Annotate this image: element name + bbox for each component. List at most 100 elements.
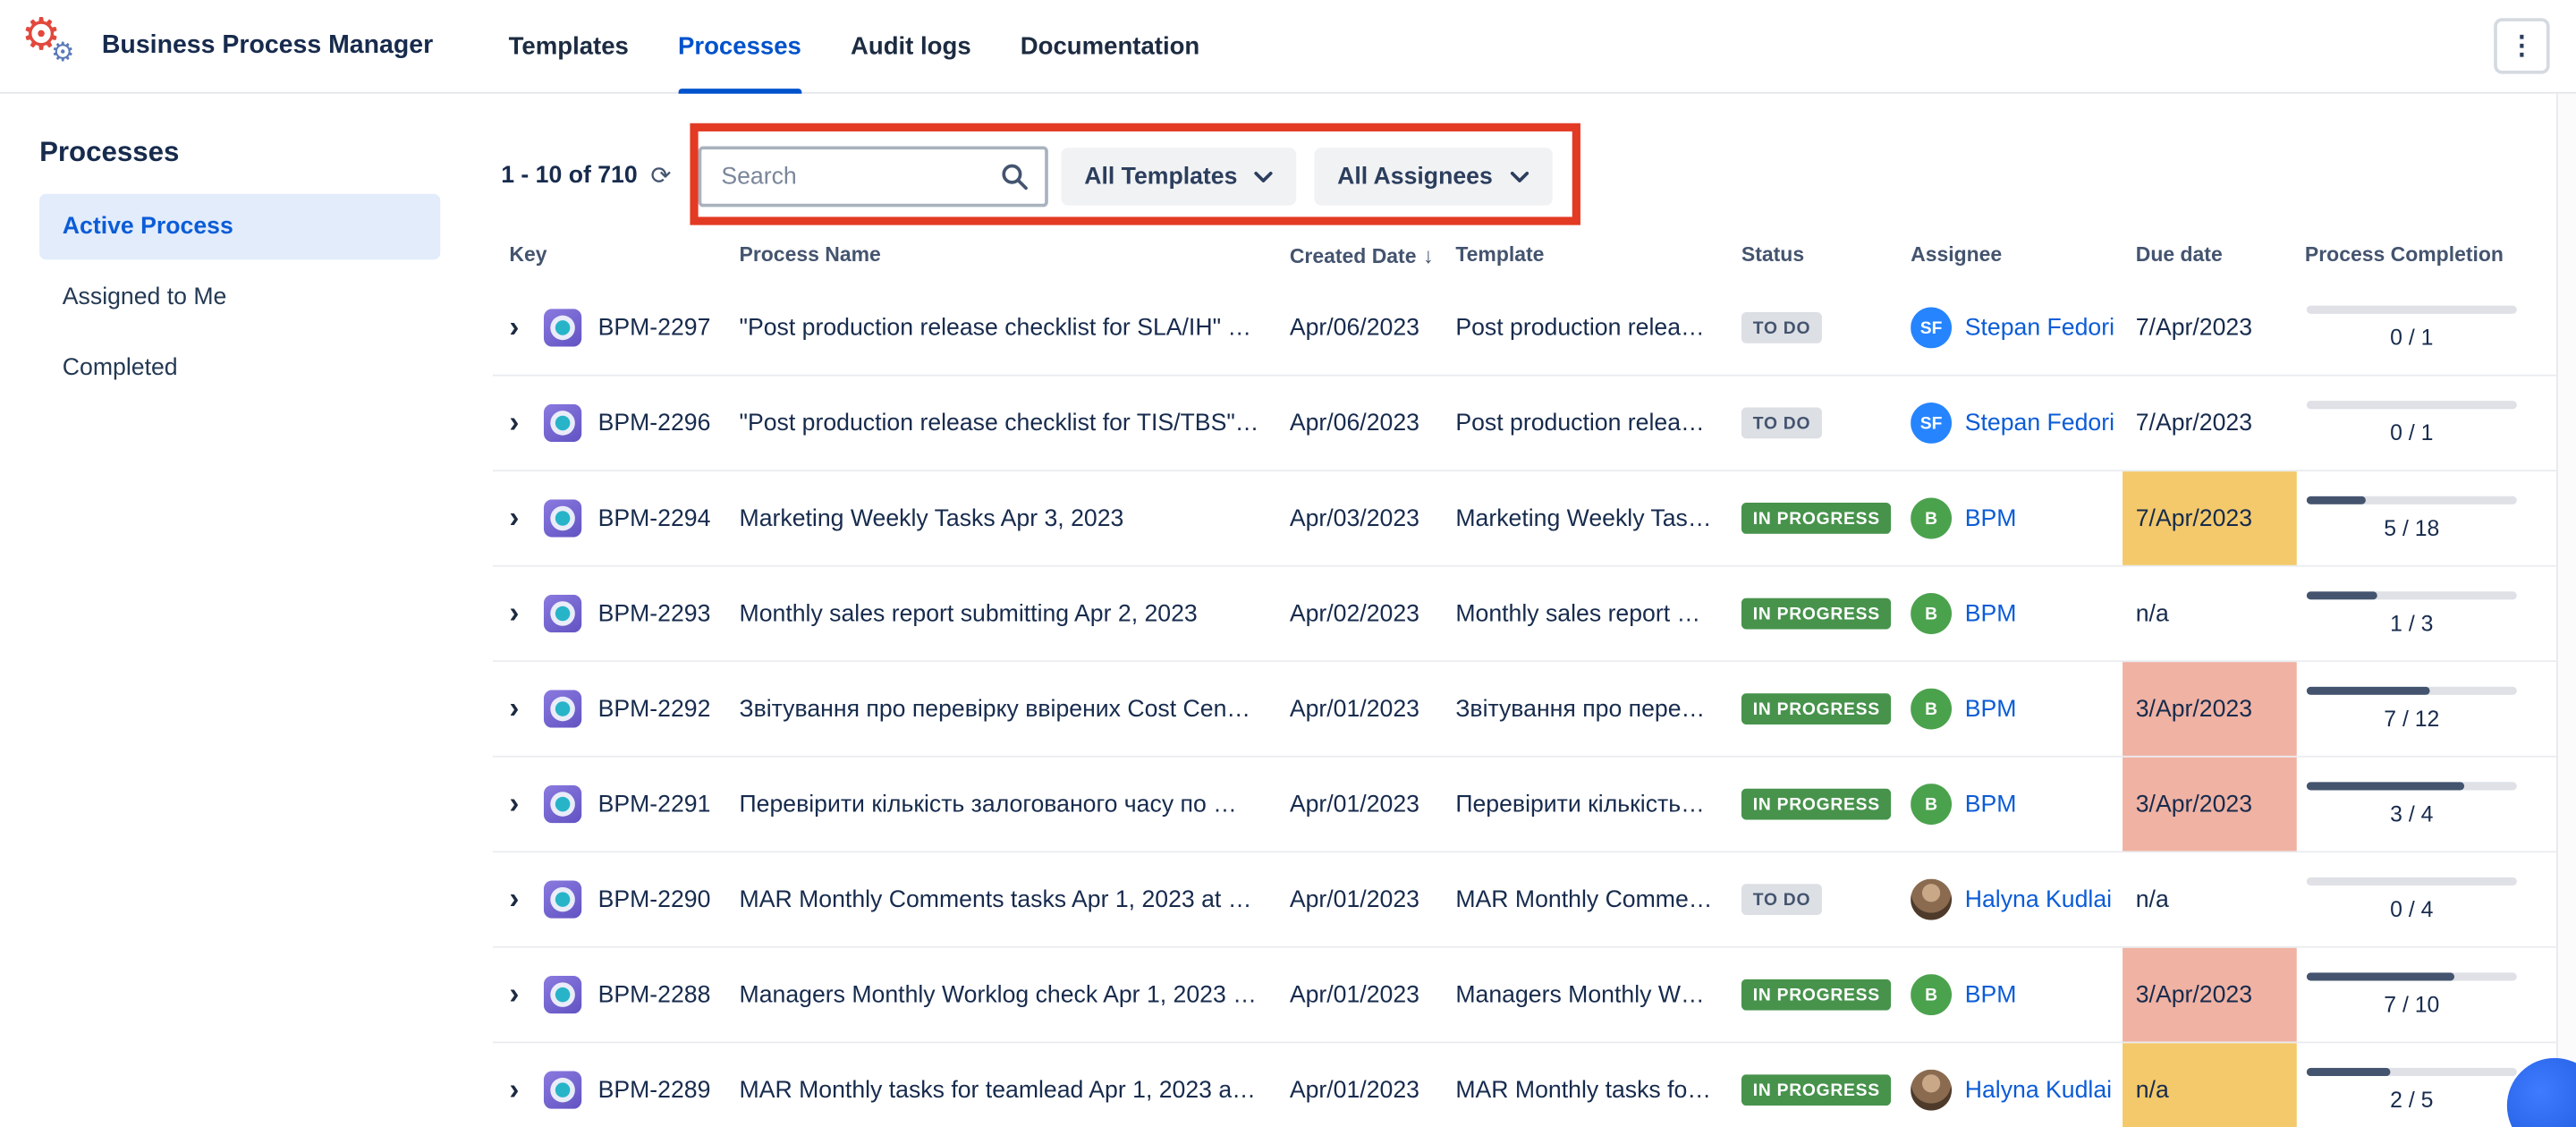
created-date-value: Apr/01/2023 xyxy=(1290,791,1456,817)
sidebar-item[interactable]: Assigned to Me xyxy=(39,265,440,330)
expand-chevron-icon[interactable]: › xyxy=(509,1072,535,1107)
column-header-process-name[interactable]: Process Name xyxy=(740,243,1290,267)
column-header-process-completion[interactable]: Process Completion xyxy=(2297,243,2556,267)
assignee-cell: B BPM xyxy=(1911,689,2123,730)
created-date-value: Apr/01/2023 xyxy=(1290,981,1456,1007)
table-row[interactable]: › BPM-2297 "Post production release chec… xyxy=(493,281,2556,377)
process-name[interactable]: MAR Monthly tasks for teamlead Apr 1, 20… xyxy=(740,1077,1290,1103)
expand-chevron-icon[interactable]: › xyxy=(509,978,535,1013)
column-header-created-date[interactable]: Created Date↓ xyxy=(1290,242,1456,267)
expand-chevron-icon[interactable]: › xyxy=(509,310,535,345)
status-badge: IN PROGRESS xyxy=(1741,1074,1892,1106)
process-name[interactable]: Marketing Weekly Tasks Apr 3, 2023 xyxy=(740,505,1290,531)
assignee-link[interactable]: Stepan Fedori xyxy=(1965,410,2114,436)
progress-widget: 2 / 5 xyxy=(2307,1068,2517,1113)
progress-bar xyxy=(2307,972,2517,980)
column-header-assignee[interactable]: Assignee xyxy=(1911,243,2123,267)
process-type-icon xyxy=(544,785,581,823)
process-key[interactable]: BPM-2297 xyxy=(598,315,711,341)
nav-item[interactable]: Audit logs xyxy=(851,0,971,93)
column-header-template[interactable]: Template xyxy=(1455,243,1738,267)
process-name[interactable]: "Post production release checklist for T… xyxy=(740,410,1290,436)
main-content: 1 - 10 of 710 ⟳ All Templates All Assign… xyxy=(493,94,2576,1127)
template-name: MAR Monthly tasks fo… xyxy=(1455,1077,1738,1103)
app-logo: ⚙ ⚙ xyxy=(20,10,89,82)
process-name[interactable]: Перевірити кількість залогованого часу п… xyxy=(740,791,1290,817)
progress-fill xyxy=(2307,1068,2391,1076)
table-row[interactable]: › BPM-2289 MAR Monthly tasks for teamlea… xyxy=(493,1043,2556,1127)
process-type-icon xyxy=(544,880,581,918)
table-row[interactable]: › BPM-2288 Managers Monthly Worklog chec… xyxy=(493,948,2556,1044)
process-key[interactable]: BPM-2288 xyxy=(598,981,711,1007)
status-badge: IN PROGRESS xyxy=(1741,503,1892,534)
assignee-link[interactable]: Halyna Kudlai xyxy=(1965,1077,2112,1103)
status-cell: IN PROGRESS xyxy=(1738,598,1911,630)
sidebar-item[interactable]: Completed xyxy=(39,335,440,401)
nav-item[interactable]: Documentation xyxy=(1021,0,1200,93)
expand-chevron-icon[interactable]: › xyxy=(509,787,535,822)
table-row[interactable]: › BPM-2291 Перевірити кількість залогова… xyxy=(493,758,2556,853)
expand-chevron-icon[interactable]: › xyxy=(509,691,535,726)
table-row[interactable]: › BPM-2292 Звітування про перевірку ввір… xyxy=(493,662,2556,758)
table-row[interactable]: › BPM-2293 Monthly sales report submitti… xyxy=(493,567,2556,663)
progress-bar xyxy=(2307,306,2517,314)
progress-bar xyxy=(2307,877,2517,886)
process-key[interactable]: BPM-2294 xyxy=(598,505,711,531)
created-date-value: Apr/01/2023 xyxy=(1290,1077,1456,1103)
search-input[interactable] xyxy=(718,162,1001,191)
assignees-filter-dropdown[interactable]: All Assignees xyxy=(1314,148,1552,205)
expand-chevron-icon[interactable]: › xyxy=(509,597,535,631)
due-date-cell: 7/Apr/2023 xyxy=(2123,281,2297,375)
process-name[interactable]: Звітування про перевірку ввірених Cost C… xyxy=(740,696,1290,722)
table-header: Key Process Name Created Date↓ Template … xyxy=(493,232,2556,277)
due-date-cell: 7/Apr/2023 xyxy=(2123,377,2297,470)
process-type-icon xyxy=(544,404,581,442)
process-key[interactable]: BPM-2293 xyxy=(598,600,711,626)
expand-chevron-icon[interactable]: › xyxy=(509,406,535,441)
process-key[interactable]: BPM-2290 xyxy=(598,886,711,912)
assignee-link[interactable]: BPM xyxy=(1965,981,2017,1007)
sidebar-title: Processes xyxy=(39,136,479,169)
assignee-avatar xyxy=(1911,879,1952,920)
assignee-link[interactable]: BPM xyxy=(1965,505,2017,531)
status-cell: IN PROGRESS xyxy=(1738,1074,1911,1106)
assignee-link[interactable]: BPM xyxy=(1965,600,2017,626)
due-date-cell: 7/Apr/2023 xyxy=(2123,471,2297,565)
process-name[interactable]: MAR Monthly Comments tasks Apr 1, 2023 a… xyxy=(740,886,1290,912)
process-key[interactable]: BPM-2296 xyxy=(598,410,711,436)
due-date-cell: n/a xyxy=(2123,567,2297,661)
table-row[interactable]: › BPM-2290 MAR Monthly Comments tasks Ap… xyxy=(493,852,2556,948)
assignee-link[interactable]: Halyna Kudlai xyxy=(1965,886,2112,912)
completion-cell: 0 / 1 xyxy=(2297,377,2556,470)
expand-chevron-icon[interactable]: › xyxy=(509,882,535,917)
assignee-link[interactable]: BPM xyxy=(1965,791,2017,817)
nav-item[interactable]: Processes xyxy=(678,0,801,93)
column-header-status[interactable]: Status xyxy=(1738,243,1911,267)
process-key[interactable]: BPM-2292 xyxy=(598,696,711,722)
assignee-link[interactable]: Stepan Fedori xyxy=(1965,315,2114,341)
status-cell: TO DO xyxy=(1738,408,1911,439)
assignee-avatar: SF xyxy=(1911,307,1952,348)
nav-item[interactable]: Templates xyxy=(509,0,629,93)
process-key[interactable]: BPM-2289 xyxy=(598,1077,711,1103)
process-name[interactable]: Monthly sales report submitting Apr 2, 2… xyxy=(740,600,1290,626)
column-header-key[interactable]: Key xyxy=(493,243,740,267)
process-key[interactable]: BPM-2291 xyxy=(598,791,711,817)
sidebar-item[interactable]: Active Process xyxy=(39,194,440,259)
process-name[interactable]: "Post production release checklist for S… xyxy=(740,315,1290,341)
completion-cell: 7 / 10 xyxy=(2297,948,2556,1042)
process-name[interactable]: Managers Monthly Worklog check Apr 1, 20… xyxy=(740,981,1290,1007)
table-row[interactable]: › BPM-2296 "Post production release chec… xyxy=(493,377,2556,472)
more-actions-button[interactable]: ⋮ xyxy=(2494,18,2549,73)
column-header-due-date[interactable]: Due date xyxy=(2123,243,2297,267)
templates-filter-dropdown[interactable]: All Templates xyxy=(1062,148,1297,205)
expand-chevron-icon[interactable]: › xyxy=(509,501,535,536)
refresh-icon[interactable]: ⟳ xyxy=(650,161,671,191)
assignee-link[interactable]: BPM xyxy=(1965,696,2017,722)
top-bar: ⚙ ⚙ Business Process Manager Templates P… xyxy=(0,0,2576,94)
key-cell: › BPM-2293 xyxy=(493,595,740,632)
search-box[interactable] xyxy=(699,146,1048,207)
completion-cell: 1 / 3 xyxy=(2297,567,2556,661)
table-row[interactable]: › BPM-2294 Marketing Weekly Tasks Apr 3,… xyxy=(493,471,2556,567)
scrollbar-track[interactable] xyxy=(2556,94,2576,1127)
